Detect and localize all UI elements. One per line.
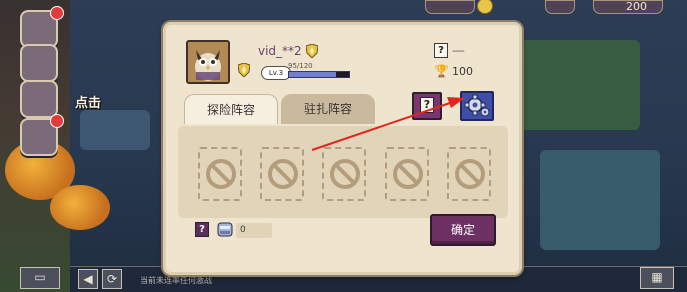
bottom-left-button[interactable]: ▭ [20,267,60,289]
xp-text: 95/120 [288,62,313,70]
island-tile [80,110,150,150]
empty-lineup-slot[interactable] [322,147,366,201]
help-button[interactable]: ? [412,92,442,120]
coin-icon [477,0,493,14]
trophy-count: 100 [452,65,473,78]
bottom-shop-button[interactable]: ▦ [640,267,674,289]
trophy-icon: 🏆 [434,64,449,78]
notification-badge [50,114,64,128]
tab-garrison-lineup[interactable]: 驻扎阵容 [281,94,375,124]
no-entry-icon [393,159,423,189]
island-tile [540,150,660,250]
island-tile [520,40,640,130]
level-badge: Lv.3 [261,66,291,80]
no-entry-icon [330,159,360,189]
autumn-tree [50,185,110,230]
tab-adventure-lineup[interactable]: 探险阵容 [184,94,278,124]
settings-button[interactable] [460,91,494,121]
rank-value: ---- [452,44,465,57]
question-icon: ? [420,97,434,113]
bottom-hint-text: 当前未连率任何激战 [140,276,212,285]
empty-lineup-slot[interactable] [447,147,491,201]
currency-amount: 200 [626,0,647,13]
rank-shield-icon [238,63,250,77]
confirm-button[interactable]: 确定 [430,214,496,246]
xp-progress-fill [289,72,337,77]
gauntlet-icon [217,222,233,237]
no-entry-icon [206,159,236,189]
owl-avatar-icon [188,42,228,82]
gear-icon [464,94,490,117]
no-entry-icon [268,159,298,189]
bottom-guide-button[interactable]: ⟳ [102,269,122,289]
player-name: vid_**2 [258,44,302,58]
empty-lineup-slot[interactable] [198,147,242,201]
no-entry-icon [455,159,485,189]
notification-badge [50,6,64,20]
empty-lineup-slot[interactable] [385,147,429,201]
info-icon[interactable]: ? [195,222,209,237]
lineup-panel: vid_**2 Lv.3 95/120 ? ---- 🏆 100 探险阵容 驻扎… [163,22,522,275]
tap-hint-label: 点击 [75,96,102,111]
player-avatar[interactable] [186,40,230,84]
lineup-slots-area [178,126,508,218]
bottom-back-button[interactable]: ◀ [78,269,98,289]
rank-shield-icon [306,44,318,58]
favorite-side-button[interactable] [20,44,58,82]
rank-unknown-icon: ? [434,43,448,58]
empty-lineup-slot[interactable] [260,147,304,201]
item-count: 0 [236,223,272,238]
xp-progress-bar [288,71,350,78]
resource-pill [545,0,575,14]
map-side-button[interactable] [20,80,58,118]
resource-pill [425,0,475,14]
